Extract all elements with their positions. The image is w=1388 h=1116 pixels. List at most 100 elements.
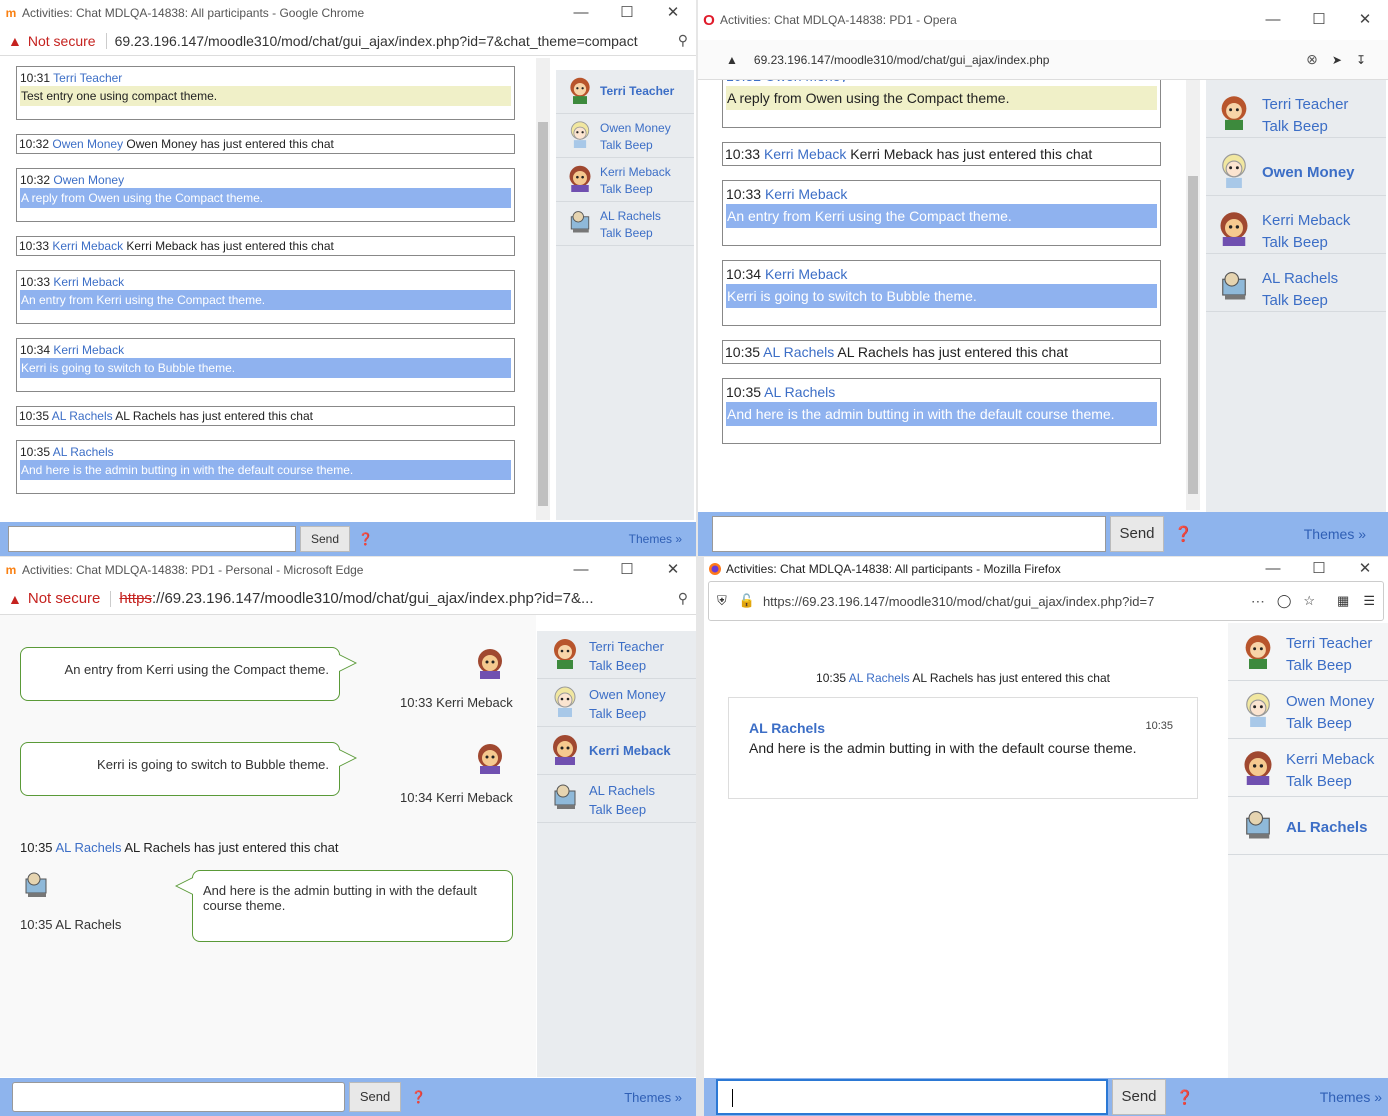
msg-user-link[interactable]: Kerri Meback [765, 186, 847, 202]
msg-user-link[interactable]: AL Rachels [53, 445, 114, 459]
maximize-icon[interactable]: ☐ [604, 0, 650, 26]
system-user-link[interactable]: AL Rachels [55, 840, 121, 855]
help-icon[interactable]: ❓ [358, 532, 373, 546]
url-text[interactable]: https://69.23.196.147/moodle310/mod/chat… [763, 594, 1154, 609]
user-name[interactable]: Kerri Meback [600, 164, 671, 181]
message-input[interactable] [716, 1079, 1108, 1115]
zoom-icon[interactable]: ⚲ [678, 590, 688, 607]
help-icon[interactable]: ❓ [1174, 525, 1193, 543]
user-item[interactable]: Owen Money Talk Beep [1228, 681, 1388, 739]
minimize-icon[interactable]: — [558, 0, 604, 26]
url-text[interactable]: 69.23.196.147/moodle310/mod/chat/gui_aja… [115, 33, 638, 49]
pocket-icon[interactable]: ◯ [1277, 593, 1292, 609]
themes-link[interactable]: Themes » [1304, 526, 1366, 542]
msg-user-link[interactable]: Terri Teacher [53, 71, 122, 85]
talk-beep-link[interactable]: Talk Beep [600, 225, 661, 242]
close-icon[interactable]: ✕ [650, 0, 696, 26]
help-icon[interactable]: ❓ [411, 1090, 426, 1104]
send-tab-icon[interactable]: ➤ [1332, 53, 1342, 67]
talk-beep-link[interactable]: Talk Beep [600, 137, 671, 154]
send-button[interactable]: Send [1110, 516, 1164, 552]
maximize-icon[interactable]: ☐ [604, 557, 650, 583]
lock-icon[interactable]: 🔓 [739, 593, 755, 609]
url-text[interactable]: 69.23.196.147/moodle310/mod/chat/gui_aja… [754, 53, 1050, 67]
user-item[interactable]: Terri Teacher Talk Beep [537, 631, 696, 679]
card-user[interactable]: AL Rachels [749, 720, 1177, 736]
address-bar[interactable]: ⛨ 🔓 https://69.23.196.147/moodle310/mod/… [708, 581, 1384, 621]
user-item[interactable]: Kerri Meback Talk Beep [1206, 196, 1386, 254]
system-user-link[interactable]: AL Rachels [849, 671, 910, 685]
talk-beep-link[interactable]: Talk Beep [1286, 771, 1374, 793]
user-item[interactable]: Kerri Meback Talk Beep [1228, 739, 1388, 797]
send-button[interactable]: Send [300, 526, 350, 552]
msg-user-link[interactable]: Kerri Meback [53, 343, 124, 357]
minimize-icon[interactable]: — [558, 557, 604, 583]
send-button[interactable]: Send [349, 1082, 401, 1112]
user-item[interactable]: Terri Teacher [556, 70, 694, 114]
msg-user-link[interactable]: Owen Money [53, 173, 124, 187]
close-icon[interactable]: ✕ [650, 557, 696, 583]
msg-user-link[interactable]: AL Rachels [763, 344, 834, 360]
talk-beep-link[interactable]: Talk Beep [589, 800, 655, 819]
talk-beep-link[interactable]: Talk Beep [600, 181, 671, 198]
close-icon[interactable]: ✕ [1342, 557, 1388, 581]
talk-beep-link[interactable]: Talk Beep [1286, 655, 1372, 677]
msg-user-link[interactable]: Kerri Meback [52, 239, 123, 253]
user-item[interactable]: Terri Teacher Talk Beep [1206, 80, 1386, 138]
talk-beep-link[interactable]: Talk Beep [589, 656, 664, 675]
user-name[interactable]: Terri Teacher [600, 83, 674, 100]
address-bar[interactable]: ▲ 69.23.196.147/moodle310/mod/chat/gui_a… [698, 40, 1388, 80]
address-bar[interactable]: ▲ Not secure https ://69.23.196.147/mood… [0, 583, 696, 615]
msg-user-link[interactable]: Kerri Meback [764, 146, 846, 162]
msg-user-link[interactable]: AL Rachels [52, 409, 113, 423]
user-name[interactable]: Owen Money [1262, 162, 1355, 184]
talk-beep-link[interactable]: Talk Beep [1286, 713, 1374, 735]
address-bar[interactable]: ▲ Not secure 69.23.196.147/moodle310/mod… [0, 26, 696, 56]
user-name[interactable]: AL Rachels [1286, 817, 1367, 839]
url-text[interactable]: ://69.23.196.147/moodle310/mod/chat/gui_… [152, 590, 594, 607]
user-name[interactable]: Kerri Meback [589, 741, 671, 760]
bookmark-star-icon[interactable]: ☆ [1303, 593, 1315, 609]
msg-user-link[interactable]: AL Rachels [764, 384, 835, 400]
user-name[interactable]: Owen Money [589, 685, 666, 704]
user-item[interactable]: Owen Money [1206, 138, 1386, 196]
user-item[interactable]: AL Rachels Talk Beep [537, 775, 696, 823]
user-name[interactable]: Owen Money [1286, 691, 1374, 713]
user-item[interactable]: Kerri Meback Talk Beep [556, 158, 694, 202]
themes-link[interactable]: Themes » [624, 1090, 682, 1105]
send-button[interactable]: Send [1112, 1079, 1166, 1115]
themes-link[interactable]: Themes » [1320, 1089, 1382, 1105]
message-input[interactable] [8, 526, 296, 552]
talk-beep-link[interactable]: Talk Beep [589, 704, 666, 723]
msg-user-link[interactable]: Owen Money [52, 137, 123, 151]
menu-icon[interactable]: ☰ [1363, 593, 1375, 609]
minimize-icon[interactable]: — [1250, 0, 1296, 40]
scrollbar[interactable] [536, 58, 550, 520]
msg-user-link[interactable]: Kerri Meback [765, 266, 847, 282]
download-icon[interactable]: ↧ [1356, 53, 1366, 67]
user-item[interactable]: Kerri Meback [537, 727, 696, 775]
more-icon[interactable]: ⋯ [1251, 593, 1265, 610]
user-item[interactable]: Owen Money Talk Beep [537, 679, 696, 727]
shield-icon[interactable]: ⛨ [717, 593, 727, 609]
msg-user-link[interactable]: Kerri Meback [53, 275, 124, 289]
user-item[interactable]: Owen Money Talk Beep [556, 114, 694, 158]
minimize-icon[interactable]: — [1250, 557, 1296, 581]
user-name[interactable]: Terri Teacher [1262, 94, 1348, 116]
user-item[interactable]: Terri Teacher Talk Beep [1228, 623, 1388, 681]
user-name[interactable]: AL Rachels [600, 208, 661, 225]
user-item[interactable]: AL Rachels Talk Beep [556, 202, 694, 246]
help-icon[interactable]: ❓ [1176, 1089, 1193, 1106]
close-icon[interactable]: ✕ [1342, 0, 1388, 40]
maximize-icon[interactable]: ☐ [1296, 0, 1342, 40]
user-name[interactable]: Kerri Meback [1286, 749, 1374, 771]
talk-beep-link[interactable]: Talk Beep [1262, 290, 1338, 312]
zoom-icon[interactable]: ⚲ [678, 32, 688, 49]
extensions-icon[interactable]: ▦ [1337, 593, 1349, 609]
user-name[interactable]: Kerri Meback [1262, 210, 1350, 232]
scrollbar[interactable] [1186, 80, 1200, 510]
adblock-icon[interactable]: ⊗ [1306, 51, 1318, 68]
talk-beep-link[interactable]: Talk Beep [1262, 232, 1350, 254]
user-name[interactable]: AL Rachels [589, 781, 655, 800]
user-name[interactable]: Terri Teacher [589, 637, 664, 656]
